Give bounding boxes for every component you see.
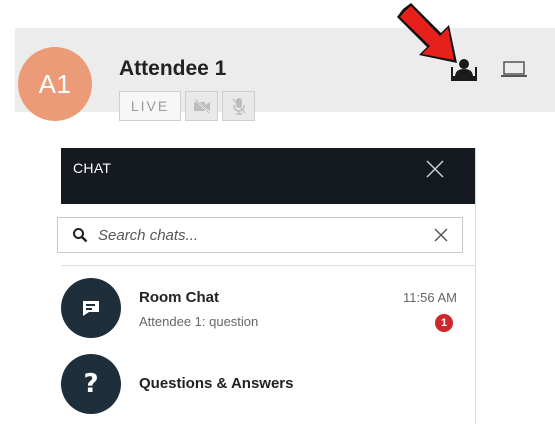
video-toggle-button[interactable] [185,91,218,121]
chat-item-time: 11:56 AM [403,290,457,305]
chat-item-name: Questions & Answers [139,375,294,392]
search-box [57,217,463,253]
chat-title: CHAT [73,160,112,176]
live-badge[interactable]: LIVE [119,91,181,121]
red-arrow [397,3,457,63]
screen-view-button[interactable] [501,58,527,80]
chat-divider [61,265,475,266]
chat-panel: CHAT Search chats... Room Chat Attendee … [57,148,476,424]
search-icon [73,228,88,243]
mic-off-icon [232,98,245,115]
chat-avatar [61,278,121,338]
chat-item-room-chat[interactable]: Room Chat Attendee 1: question 11:56 AM … [61,278,475,342]
unread-badge: 1 [435,314,453,332]
chat-header: CHAT [61,148,475,204]
clear-search-icon[interactable] [433,227,449,243]
attendee-status-row: LIVE [119,91,255,121]
chat-item-name: Room Chat [139,289,219,306]
screen-view-icon [501,61,527,77]
search-input[interactable] [98,225,418,245]
attendee-name: Attendee 1 [119,57,227,80]
chat-item-preview: Attendee 1: question [139,314,259,329]
mic-toggle-button[interactable] [222,91,255,121]
app-root: A1 Attendee 1 LIVE CHAT Search chats... … [0,0,555,424]
attendee-card: A1 Attendee 1 LIVE [15,28,555,121]
chat-bubble-icon [83,301,99,316]
avatar: A1 [18,47,92,121]
chat-item-questions-answers[interactable]: ? Questions & Answers [61,354,475,418]
video-off-icon [193,98,210,114]
close-icon[interactable] [424,158,446,180]
question-mark-icon: ? [83,369,99,399]
chat-avatar: ? [61,354,121,414]
